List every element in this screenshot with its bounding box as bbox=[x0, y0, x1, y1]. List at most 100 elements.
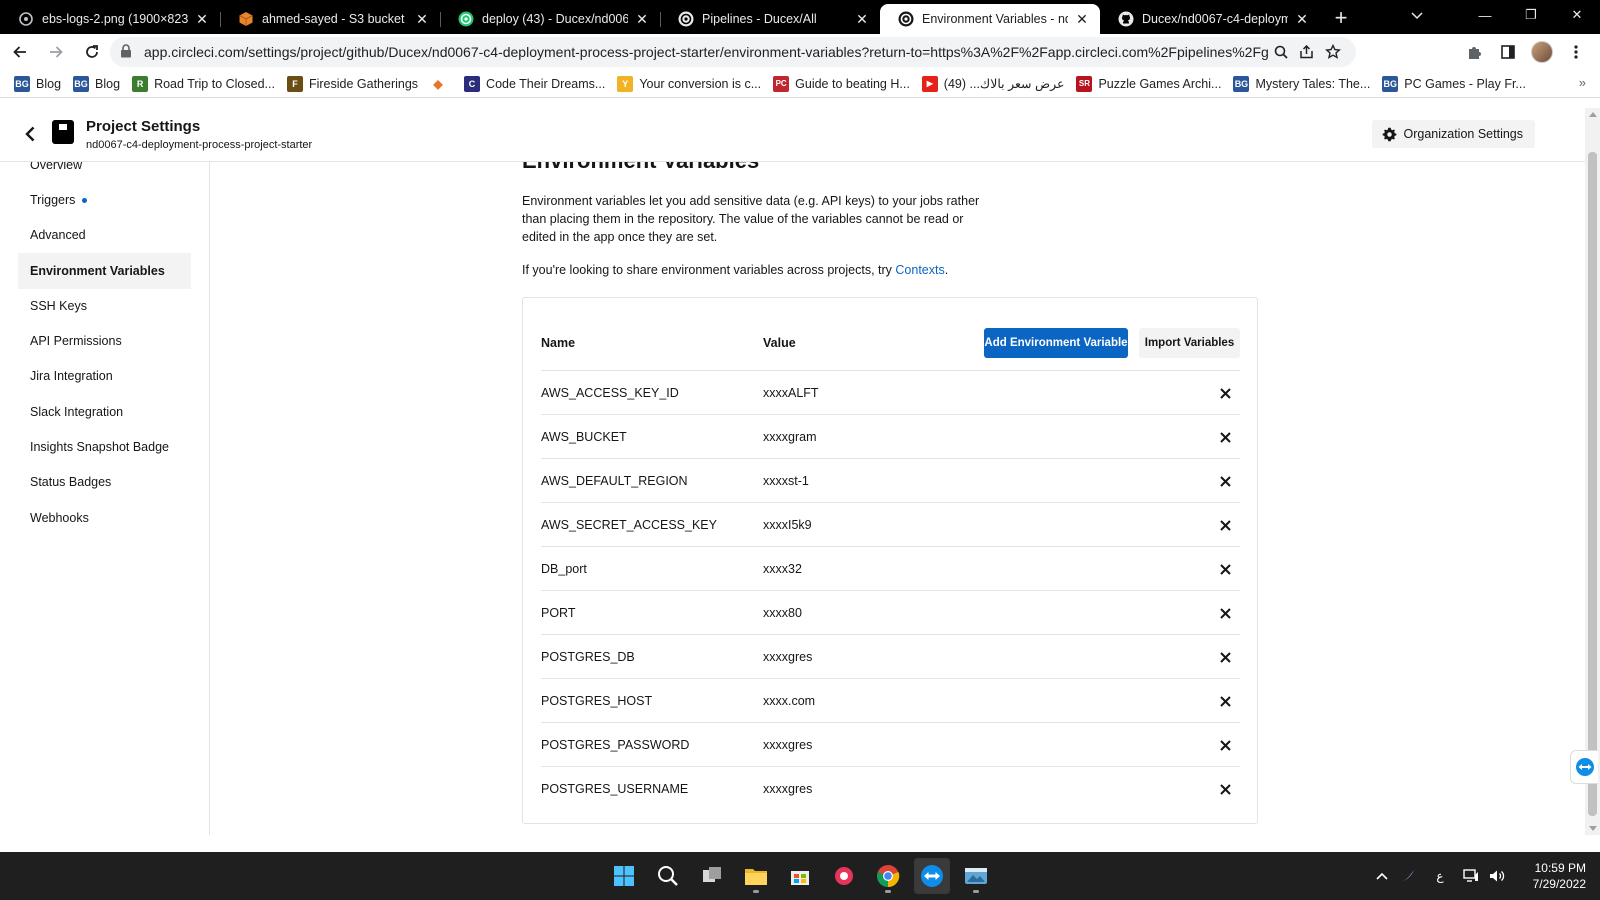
input-language-indicator[interactable]: ع bbox=[1422, 869, 1458, 883]
share-icon[interactable] bbox=[1294, 45, 1320, 59]
bookmark-item[interactable]: R Road Trip to Closed... bbox=[132, 75, 275, 92]
bookmark-item[interactable]: BG PC Games - Play Fr... bbox=[1382, 75, 1526, 92]
forward-nav-icon[interactable] bbox=[40, 36, 72, 68]
browser-tab-strip: ebs-logs-2.png (1900×823) ✕ ahmed-sayed … bbox=[0, 0, 1600, 34]
delete-variable-icon[interactable] bbox=[1216, 648, 1234, 666]
bookmark-item[interactable]: C Code Their Dreams... bbox=[464, 75, 605, 92]
sidebar-item-triggers[interactable]: Triggers bbox=[18, 182, 191, 218]
minimize-icon[interactable]: — bbox=[1462, 0, 1508, 30]
variable-name: POSTGRES_HOST bbox=[541, 693, 653, 708]
scroll-up-arrow-icon[interactable] bbox=[1589, 112, 1597, 117]
bookmark-item[interactable]: SR Puzzle Games Archi... bbox=[1076, 75, 1221, 92]
clock-date: 7/29/2022 bbox=[1532, 877, 1586, 891]
sidebar-item-api-permissions[interactable]: API Permissions bbox=[18, 323, 191, 359]
task-view-icon[interactable] bbox=[694, 858, 730, 894]
windows-start-icon[interactable] bbox=[606, 858, 642, 894]
photos-icon[interactable] bbox=[958, 858, 994, 894]
profile-avatar[interactable] bbox=[1528, 38, 1556, 66]
restore-icon[interactable]: ❐ bbox=[1508, 0, 1554, 30]
teamviewer-floating-icon[interactable] bbox=[1570, 750, 1598, 784]
tray-overflow-chevron-icon[interactable] bbox=[1370, 872, 1394, 880]
bookmark-item[interactable]: ◆ bbox=[430, 76, 452, 92]
tab-close-icon[interactable]: ✕ bbox=[194, 11, 210, 27]
network-icon[interactable] bbox=[1458, 869, 1484, 883]
tab-search-chevron-icon[interactable] bbox=[1404, 4, 1430, 28]
store-icon[interactable] bbox=[782, 858, 818, 894]
new-tab-plus-icon[interactable]: + bbox=[1326, 3, 1356, 33]
browser-tab[interactable]: Ducex/nd0067-c4-deployment ✕ bbox=[1100, 4, 1320, 34]
sidebar-item-advanced[interactable]: Advanced bbox=[18, 217, 191, 253]
table-row: PORT xxxx80 bbox=[541, 590, 1240, 634]
sidebar-item-slack-integration[interactable]: Slack Integration bbox=[18, 394, 191, 430]
windows-taskbar: ع 10:59 PM 7/29/2022 bbox=[0, 852, 1600, 900]
teamviewer-icon[interactable] bbox=[914, 858, 950, 894]
bookmark-label: Blog bbox=[95, 76, 121, 91]
delete-variable-icon[interactable] bbox=[1216, 604, 1234, 622]
zoom-icon[interactable] bbox=[1268, 45, 1294, 59]
add-environment-variable-button[interactable]: Add Environment Variable bbox=[984, 328, 1128, 358]
delete-variable-icon[interactable] bbox=[1216, 560, 1234, 578]
bookmark-label: Road Trip to Closed... bbox=[154, 76, 275, 91]
bookmark-item[interactable]: PC Guide to beating H... bbox=[773, 75, 910, 92]
tab-close-icon[interactable]: ✕ bbox=[854, 11, 870, 27]
delete-variable-icon[interactable] bbox=[1216, 384, 1234, 402]
extensions-puzzle-icon[interactable] bbox=[1460, 38, 1488, 66]
tab-close-icon[interactable]: ✕ bbox=[414, 11, 430, 27]
side-panel-icon[interactable] bbox=[1494, 38, 1522, 66]
delete-variable-icon[interactable] bbox=[1216, 472, 1234, 490]
tab-close-icon[interactable]: ✕ bbox=[1074, 11, 1090, 27]
lock-icon[interactable] bbox=[120, 43, 136, 61]
kebab-menu-icon[interactable] bbox=[1562, 38, 1590, 66]
variable-name: POSTGRES_USERNAME bbox=[541, 781, 689, 796]
browser-tab[interactable]: ahmed-sayed - S3 bucket ✕ bbox=[220, 4, 440, 34]
delete-variable-icon[interactable] bbox=[1216, 736, 1234, 754]
search-icon[interactable] bbox=[650, 858, 686, 894]
browser-tab[interactable]: ebs-logs-2.png (1900×823) ✕ bbox=[0, 4, 220, 34]
delete-variable-icon[interactable] bbox=[1216, 428, 1234, 446]
delete-variable-icon[interactable] bbox=[1216, 692, 1234, 710]
tab-title: Environment Variables - nd0067 bbox=[922, 12, 1068, 26]
delete-variable-icon[interactable] bbox=[1216, 516, 1234, 534]
back-arrow-icon[interactable] bbox=[20, 122, 40, 146]
bookmark-star-icon[interactable] bbox=[1320, 44, 1346, 60]
sidebar-item-webhooks[interactable]: Webhooks bbox=[18, 500, 191, 536]
scroll-down-arrow-icon[interactable] bbox=[1589, 826, 1597, 831]
close-window-icon[interactable]: ✕ bbox=[1554, 0, 1600, 30]
browser-tab[interactable]: Pipelines - Ducex/All ✕ bbox=[660, 4, 880, 34]
delete-variable-icon[interactable] bbox=[1216, 780, 1234, 798]
sidebar-item-environment-variables[interactable]: Environment Variables bbox=[18, 253, 191, 289]
address-bar[interactable]: app.circleci.com/settings/project/github… bbox=[110, 37, 1356, 67]
volume-icon[interactable] bbox=[1484, 869, 1510, 883]
bookmark-item[interactable]: BG Blog bbox=[14, 75, 61, 92]
url-text[interactable]: app.circleci.com/settings/project/github… bbox=[144, 44, 1268, 60]
page-scrollbar[interactable] bbox=[1585, 108, 1600, 835]
back-nav-icon[interactable] bbox=[4, 36, 36, 68]
browser-tab-active[interactable]: Environment Variables - nd0067 ✕ bbox=[880, 4, 1100, 34]
taskbar-clock[interactable]: 10:59 PM 7/29/2022 bbox=[1533, 860, 1586, 892]
variable-name: POSTGRES_PASSWORD bbox=[541, 737, 690, 752]
bookmark-item[interactable]: ▶ عرض سعر بالاك... (49) bbox=[921, 75, 1064, 92]
bookmark-item[interactable]: BG Mystery Tales: The... bbox=[1233, 75, 1370, 92]
screen-recorder-icon[interactable] bbox=[826, 858, 862, 894]
chrome-icon[interactable] bbox=[870, 858, 906, 894]
import-variables-button[interactable]: Import Variables bbox=[1139, 328, 1240, 358]
bookmark-item[interactable]: Y Your conversion is c... bbox=[617, 75, 761, 92]
sidebar-item-overview[interactable]: Overview bbox=[18, 162, 191, 183]
sidebar-item-jira-integration[interactable]: Jira Integration bbox=[18, 358, 191, 394]
file-explorer-icon[interactable] bbox=[738, 858, 774, 894]
bookmarks-overflow-icon[interactable]: » bbox=[1579, 75, 1586, 90]
bookmark-item[interactable]: BG Blog bbox=[73, 75, 121, 92]
pen-tray-icon[interactable] bbox=[1394, 868, 1422, 884]
bookmark-item[interactable]: F Fireside Gatherings bbox=[286, 75, 418, 92]
sidebar-item-insights-snapshot-badge[interactable]: Insights Snapshot Badge bbox=[18, 429, 191, 465]
sidebar-item-label: Status Badges bbox=[30, 475, 112, 489]
sidebar-item-ssh-keys[interactable]: SSH Keys bbox=[18, 288, 191, 324]
contexts-link[interactable]: Contexts bbox=[895, 263, 944, 277]
tab-close-icon[interactable]: ✕ bbox=[634, 11, 650, 27]
browser-tab[interactable]: deploy (43) - Ducex/nd0067-c4 ✕ bbox=[440, 4, 660, 34]
tab-close-icon[interactable]: ✕ bbox=[1294, 11, 1310, 27]
sidebar-item-status-badges[interactable]: Status Badges bbox=[18, 464, 191, 500]
scrollbar-thumb[interactable] bbox=[1588, 152, 1597, 816]
organization-settings-button[interactable]: Organization Settings bbox=[1372, 120, 1535, 148]
reload-icon[interactable] bbox=[76, 36, 108, 68]
